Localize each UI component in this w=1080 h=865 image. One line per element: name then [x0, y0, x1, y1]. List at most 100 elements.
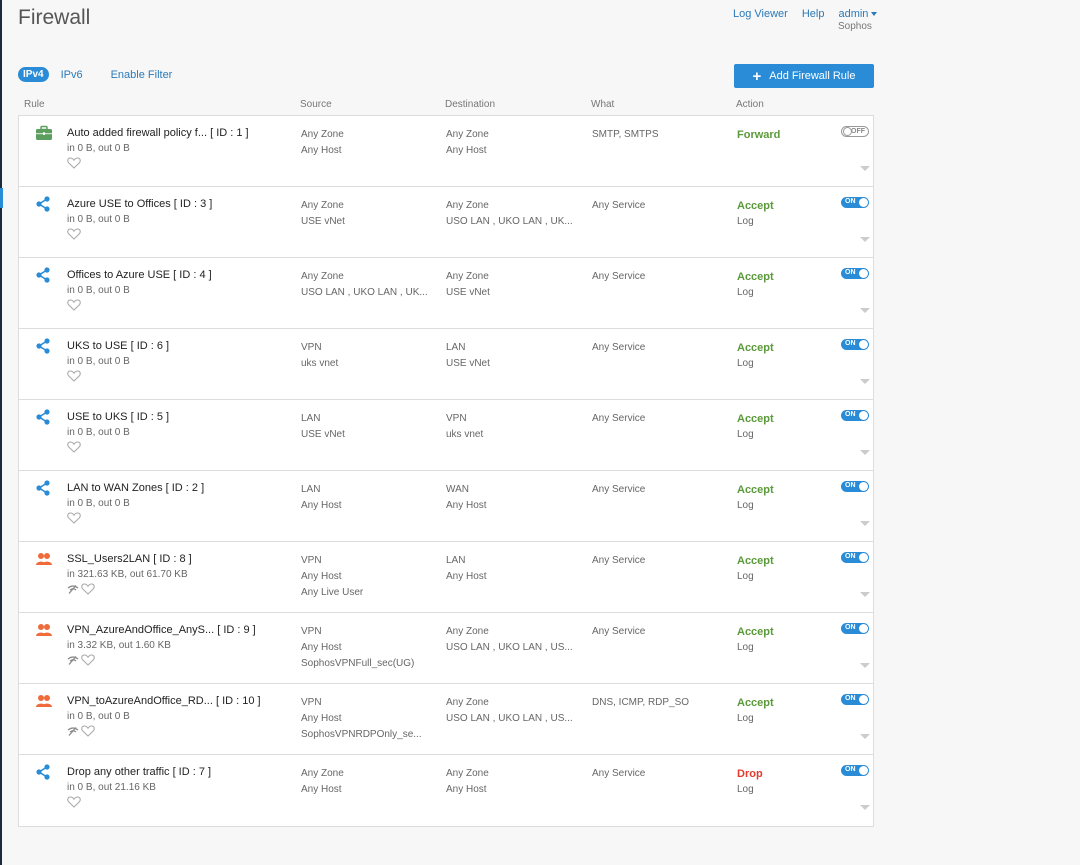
rule-name[interactable]: UKS to USE [ ID : 6 ] — [67, 340, 169, 352]
rule-what: Any Service — [592, 200, 646, 211]
rule-name[interactable]: Drop any other traffic [ ID : 7 ] — [67, 766, 211, 778]
heart-icon[interactable] — [67, 512, 81, 524]
add-firewall-rule-button[interactable]: + Add Firewall Rule — [734, 64, 874, 88]
rule-enable-toggle[interactable]: ON — [841, 694, 869, 705]
rule-source: Any Zone Any Host — [301, 127, 344, 159]
rule-enable-toggle[interactable]: ON — [841, 410, 869, 421]
rule-enable-toggle[interactable]: ON — [841, 268, 869, 279]
heart-icon[interactable] — [67, 157, 81, 169]
rule-enable-toggle[interactable]: ON — [841, 552, 869, 563]
rule-extra-icons — [67, 298, 81, 312]
heart-icon[interactable] — [67, 228, 81, 240]
rule-what: Any Service — [592, 626, 646, 637]
action-log: Log — [737, 429, 754, 440]
rule-enable-toggle[interactable]: ON — [841, 197, 869, 208]
chevron-down-icon[interactable] — [860, 308, 870, 313]
rule-extra-icons — [67, 369, 81, 383]
firewall-rule-row[interactable]: Azure USE to Offices [ ID : 3 ] in 0 B, … — [19, 187, 873, 258]
chevron-down-icon[interactable] — [860, 521, 870, 526]
source-line: VPN — [301, 697, 322, 708]
source-line: SophosVPNRDPOnly_se... — [301, 729, 422, 740]
heart-icon[interactable] — [81, 583, 95, 595]
destination-line: Any Zone — [446, 271, 489, 282]
firewall-rule-row[interactable]: LAN to WAN Zones [ ID : 2 ] in 0 B, out … — [19, 471, 873, 542]
firewall-rule-row[interactable]: VPN_AzureAndOffice_AnyS... [ ID : 9 ] in… — [19, 613, 873, 684]
chevron-down-icon[interactable] — [860, 663, 870, 668]
rule-action: Accept Log — [737, 340, 774, 372]
briefcase-icon — [35, 125, 53, 141]
heart-icon[interactable] — [81, 725, 95, 737]
column-header-destination: Destination — [445, 99, 496, 110]
heart-icon[interactable] — [67, 299, 81, 311]
share-icon — [35, 196, 53, 212]
heart-icon[interactable] — [67, 796, 81, 808]
destination-line: Any Host — [446, 500, 487, 511]
rule-source: VPN Any Host SophosVPNFull_sec(UG) — [301, 624, 414, 672]
firewall-rule-row[interactable]: UKS to USE [ ID : 6 ] in 0 B, out 0 B VP… — [19, 329, 873, 400]
ipv4-tab[interactable]: IPv4 — [18, 67, 49, 82]
rule-action: Accept Log — [737, 553, 774, 585]
firewall-rule-row[interactable]: USE to UKS [ ID : 5 ] in 0 B, out 0 B LA… — [19, 400, 873, 471]
source-line: USO LAN , UKO LAN , UK... — [301, 287, 428, 298]
help-link[interactable]: Help — [802, 8, 825, 20]
source-line: USE vNet — [301, 216, 345, 227]
firewall-rule-row[interactable]: SSL_Users2LAN [ ID : 8 ] in 321.63 KB, o… — [19, 542, 873, 613]
rule-source: VPN uks vnet — [301, 340, 338, 372]
action-label: Drop — [737, 768, 763, 780]
rule-name[interactable]: SSL_Users2LAN [ ID : 8 ] — [67, 553, 192, 565]
ipv6-tab[interactable]: IPv6 — [61, 69, 83, 81]
heartbeat-signal-icon — [67, 584, 79, 594]
chevron-down-icon[interactable] — [860, 237, 870, 242]
enable-filter-link[interactable]: Enable Filter — [111, 69, 173, 81]
rule-name[interactable]: Auto added firewall policy f... [ ID : 1… — [67, 127, 249, 139]
source-line: Any Zone — [301, 129, 344, 140]
rule-destination: LAN Any Host — [446, 553, 487, 585]
rule-name[interactable]: VPN_toAzureAndOffice_RD... [ ID : 10 ] — [67, 695, 261, 707]
rule-what: Any Service — [592, 484, 646, 495]
rule-destination: WAN Any Host — [446, 482, 487, 514]
log-viewer-link[interactable]: Log Viewer — [733, 8, 788, 20]
source-line: Any Host — [301, 571, 342, 582]
rule-name[interactable]: LAN to WAN Zones [ ID : 2 ] — [67, 482, 204, 494]
chevron-down-icon[interactable] — [860, 805, 870, 810]
action-label: Accept — [737, 484, 774, 496]
toggle-label: ON — [845, 695, 856, 702]
admin-menu[interactable]: admin — [838, 8, 878, 20]
toggle-knob — [843, 127, 852, 136]
rule-name[interactable]: Azure USE to Offices [ ID : 3 ] — [67, 198, 212, 210]
chevron-down-icon[interactable] — [860, 379, 870, 384]
heart-icon[interactable] — [81, 654, 95, 666]
destination-line: VPN — [446, 413, 467, 424]
chevron-down-icon[interactable] — [860, 734, 870, 739]
action-label: Accept — [737, 626, 774, 638]
firewall-rule-row[interactable]: Drop any other traffic [ ID : 7 ] in 0 B… — [19, 755, 873, 826]
rule-enable-toggle[interactable]: ON — [841, 623, 869, 634]
rule-name[interactable]: VPN_AzureAndOffice_AnyS... [ ID : 9 ] — [67, 624, 256, 636]
firewall-rule-row[interactable]: Offices to Azure USE [ ID : 4 ] in 0 B, … — [19, 258, 873, 329]
destination-line: uks vnet — [446, 429, 484, 440]
heart-icon[interactable] — [67, 441, 81, 453]
action-log: Log — [737, 358, 754, 369]
rule-name[interactable]: USE to UKS [ ID : 5 ] — [67, 411, 169, 423]
rule-enable-toggle[interactable]: ON — [841, 765, 869, 776]
rule-enable-toggle[interactable]: OFF — [841, 126, 869, 137]
rule-traffic: in 0 B, out 21.16 KB — [67, 782, 156, 793]
chevron-down-icon[interactable] — [860, 450, 870, 455]
rule-enable-toggle[interactable]: ON — [841, 339, 869, 350]
chevron-down-icon[interactable] — [860, 166, 870, 171]
chevron-down-icon[interactable] — [860, 592, 870, 597]
rule-name[interactable]: Offices to Azure USE [ ID : 4 ] — [67, 269, 212, 281]
action-label: Accept — [737, 555, 774, 567]
firewall-rule-row[interactable]: VPN_toAzureAndOffice_RD... [ ID : 10 ] i… — [19, 684, 873, 755]
heart-icon[interactable] — [67, 370, 81, 382]
action-label: Forward — [737, 129, 781, 141]
destination-line: LAN — [446, 555, 466, 566]
share-icon — [35, 338, 53, 354]
toggle-knob — [859, 269, 868, 278]
rule-extra-icons — [67, 582, 95, 596]
toggle-label: ON — [845, 766, 856, 773]
rule-enable-toggle[interactable]: ON — [841, 481, 869, 492]
source-line: SophosVPNFull_sec(UG) — [301, 658, 415, 669]
rule-source: Any Zone USE vNet — [301, 198, 345, 230]
firewall-rule-row[interactable]: Auto added firewall policy f... [ ID : 1… — [19, 116, 873, 187]
